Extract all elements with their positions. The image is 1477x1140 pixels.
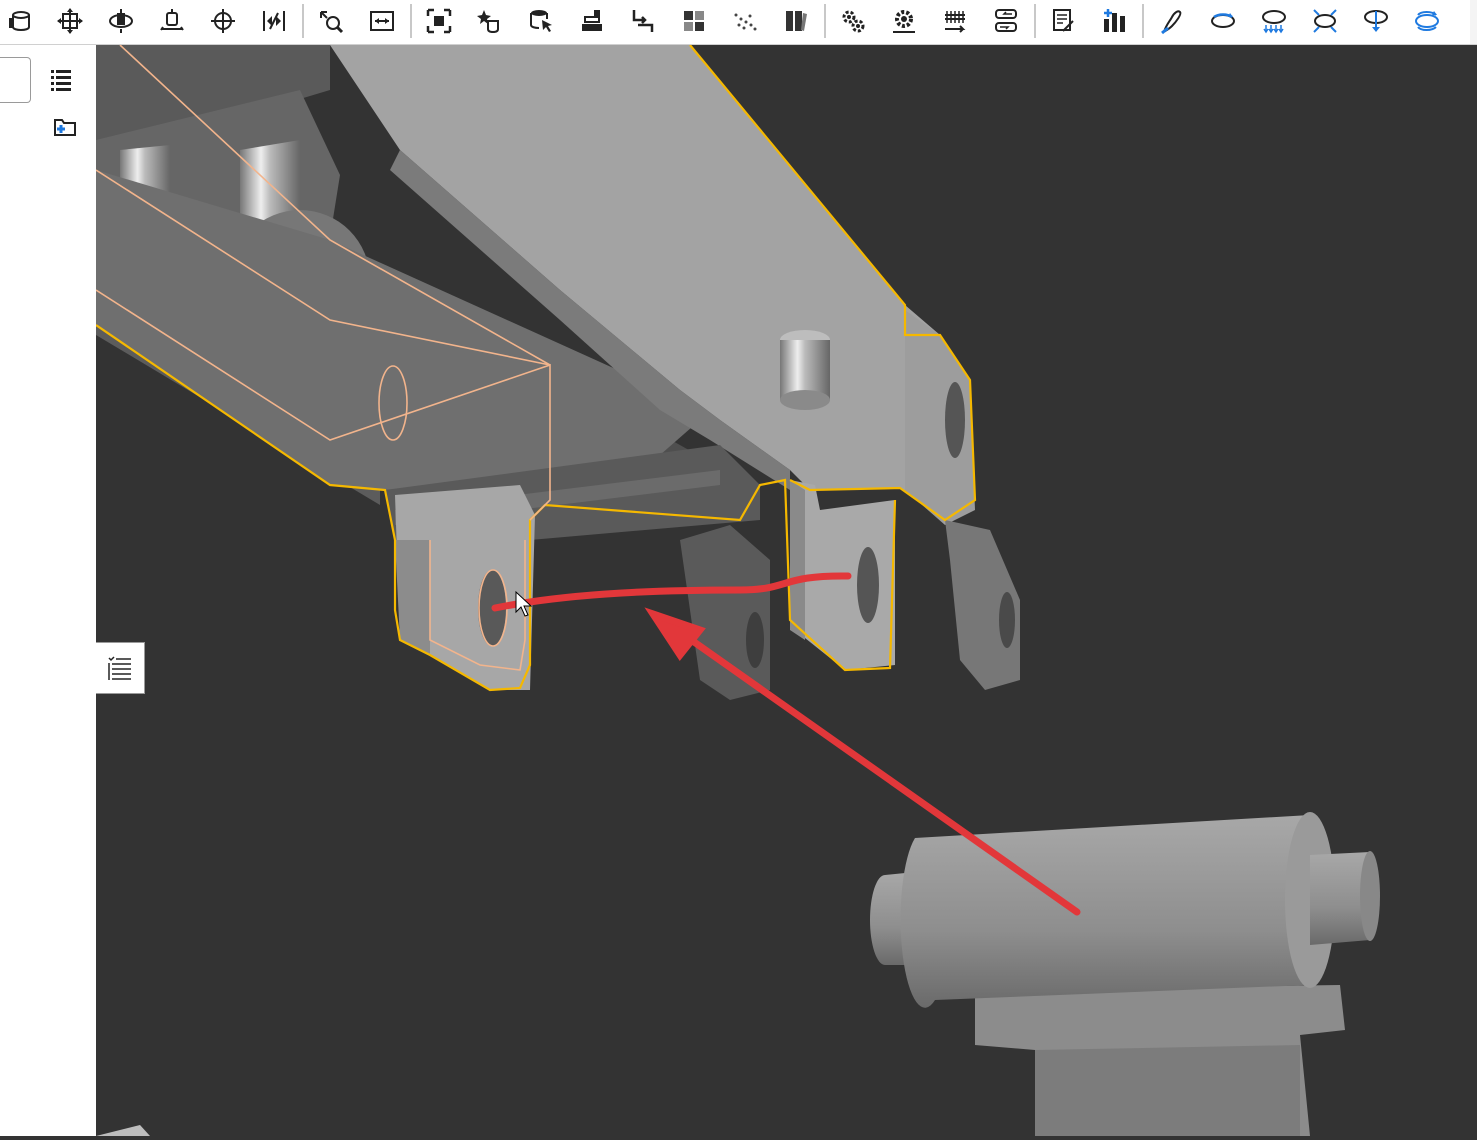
database-cursor-icon[interactable] [523, 4, 559, 38]
align-icon[interactable] [256, 4, 292, 38]
sheet-link-icon[interactable] [1045, 4, 1081, 38]
swap-icon[interactable] [625, 4, 661, 38]
measure-icon[interactable] [364, 4, 400, 38]
grid-icon[interactable] [676, 4, 712, 38]
list-icon[interactable] [44, 62, 78, 96]
toolbar-separator [302, 4, 304, 38]
move-icon[interactable] [52, 4, 88, 38]
lift-icon[interactable] [154, 4, 190, 38]
toolbar-separator [824, 4, 826, 38]
add-bar-icon[interactable] [1096, 4, 1132, 38]
checklist-button[interactable] [96, 642, 145, 694]
orbit-icon[interactable] [1205, 4, 1241, 38]
stack-icon[interactable] [574, 4, 610, 38]
orbit-cycle-icon[interactable] [1409, 4, 1445, 38]
orbit-drop-icon[interactable] [1358, 4, 1394, 38]
orbit-down-icon[interactable] [1256, 4, 1292, 38]
transfer-icon[interactable] [988, 4, 1024, 38]
toolbar-separator [1142, 4, 1144, 38]
select-box-icon[interactable] [421, 4, 457, 38]
panel-collapse-tab[interactable] [0, 57, 31, 103]
add-folder-icon[interactable] [48, 110, 82, 144]
toolbar-separator [1034, 4, 1036, 38]
fit-icon[interactable] [313, 4, 349, 38]
rotate-icon[interactable] [103, 4, 139, 38]
curve-icon[interactable] [1154, 4, 1190, 38]
pan-icon[interactable] [205, 4, 241, 38]
checklist-icon [108, 656, 131, 680]
roller-part[interactable] [96, 812, 1380, 1136]
side-panel [0, 45, 96, 1136]
cad-model-scene [95, 44, 1380, 1136]
toolbar-separator [410, 4, 412, 38]
layout-icon[interactable] [2, 4, 38, 38]
gear-icon[interactable] [886, 4, 922, 38]
scatter-icon[interactable] [727, 4, 763, 38]
gears-icon[interactable] [835, 4, 871, 38]
toolbar-scroll-edge [1470, 0, 1477, 44]
orbit-cross-icon[interactable] [1307, 4, 1343, 38]
book-icon[interactable] [778, 4, 814, 38]
3d-viewport[interactable] [95, 44, 1477, 1136]
star-shape-icon[interactable] [472, 4, 508, 38]
main-toolbar [0, 0, 1477, 45]
rack-icon[interactable] [937, 4, 973, 38]
